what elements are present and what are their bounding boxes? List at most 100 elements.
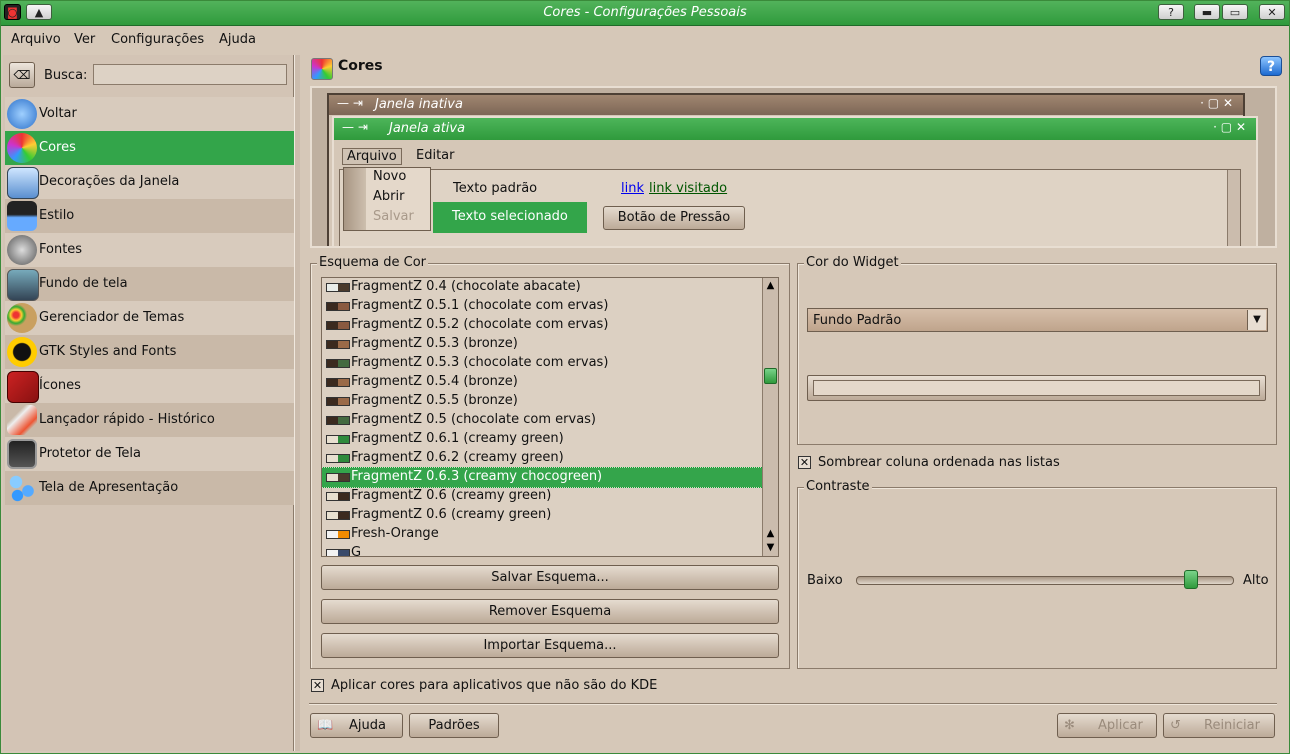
search-input[interactable] (93, 64, 287, 85)
help-button[interactable]: 📖 Ajuda (310, 713, 403, 738)
menu-configuracoes[interactable]: Configurações (111, 32, 204, 47)
scheme-list-item[interactable]: FragmentZ 0.6.1 (creamy green) (322, 430, 763, 449)
book-icon: 📖 (317, 718, 334, 733)
main-panel: Cores ? — ⇥ Janela inativa · ▢ ✕ — ⇥ Jan… (301, 53, 1289, 753)
scheme-swatch-icon (326, 378, 350, 387)
preview-push-label: Botão de Pressão (617, 210, 731, 225)
scroll-up-icon[interactable]: ▲ (764, 527, 777, 540)
color-wheel-icon (7, 133, 37, 163)
search-row: ⌫ Busca: (3, 55, 293, 95)
preview-selected-text: Texto selecionado (433, 202, 587, 233)
help-icon[interactable]: ? (1260, 56, 1282, 76)
clear-search-icon[interactable]: ⌫ (9, 62, 35, 88)
color-preview[interactable]: — ⇥ Janela inativa · ▢ ✕ — ⇥ Janela ativ… (310, 86, 1277, 248)
sidebar-item-voltar[interactable]: Voltar (5, 97, 294, 131)
screensaver-icon (7, 439, 37, 469)
window-decoration-icon (7, 167, 39, 199)
sidebar-item-gerenciador-temas[interactable]: Gerenciador de Temas (5, 301, 294, 335)
title-bar[interactable]: ◙ ▲ Cores - Configurações Pessoais ? ▬ ▭… (1, 1, 1289, 26)
sidebar: ⌫ Busca: Voltar Cores Decorações da Jane… (3, 55, 294, 751)
scheme-list-label: FragmentZ 0.5.3 (chocolate com ervas) (351, 355, 609, 370)
save-scheme-button[interactable]: Salvar Esquema... (321, 565, 779, 590)
reset-button[interactable]: ↺ Reiniciar (1163, 713, 1275, 738)
color-wheel-icon (311, 58, 333, 80)
window-title: Cores - Configurações Pessoais (543, 5, 747, 20)
inactive-title-bar: — ⇥ Janela inativa · ▢ ✕ (329, 95, 1243, 115)
scheme-list-item[interactable]: FragmentZ 0.4 (chocolate abacate) (322, 278, 763, 297)
menu-ajuda[interactable]: Ajuda (219, 32, 256, 47)
palette-icon (7, 303, 37, 333)
reset-icon: ↺ (1170, 718, 1181, 733)
scheme-list-item[interactable]: FragmentZ 0.6.3 (creamy chocogreen) (322, 467, 764, 488)
sidebar-splitter[interactable] (294, 55, 300, 751)
remove-scheme-button[interactable]: Remover Esquema (321, 599, 779, 624)
scheme-list-item[interactable]: FragmentZ 0.6 (creamy green) (322, 506, 763, 525)
scroll-up-icon[interactable]: ▲ (764, 279, 777, 292)
sidebar-item-tela-apresentacao[interactable]: Tela de Apresentação (5, 471, 294, 505)
rocket-icon (7, 405, 37, 435)
apply-non-kde-checkbox[interactable]: ✕ (311, 679, 324, 692)
scheme-list-item[interactable]: FragmentZ 0.5.1 (chocolate com ervas) (322, 297, 763, 316)
sidebar-item-protetor-tela[interactable]: Protetor de Tela (5, 437, 294, 471)
sidebar-item-fontes[interactable]: Fontes (5, 233, 294, 267)
scheme-list-item[interactable]: Fresh-Orange (322, 525, 763, 544)
contrast-high-label: Alto (1243, 573, 1269, 588)
scheme-list-item[interactable]: FragmentZ 0.6 (creamy green) (322, 487, 763, 506)
help-button[interactable]: ? (1158, 4, 1184, 20)
contrast-slider-track[interactable] (856, 576, 1234, 585)
sidebar-item-decoracoes[interactable]: Decorações da Janela (5, 165, 294, 199)
shade-sorted-checkbox-row[interactable]: ✕ Sombrear coluna ordenada nas listas (798, 455, 1098, 471)
contrast-slider-handle[interactable] (1184, 570, 1198, 589)
scheme-list-item[interactable]: FragmentZ 0.5.2 (chocolate com ervas) (322, 316, 763, 335)
scheme-list-item[interactable]: FragmentZ 0.5.4 (bronze) (322, 373, 763, 392)
popup-strip (344, 168, 366, 230)
scroll-thumb[interactable] (764, 368, 777, 384)
shade-sorted-checkbox[interactable]: ✕ (798, 456, 811, 469)
maximize-button[interactable]: ▭ (1222, 4, 1248, 20)
widget-color-dropdown[interactable]: Fundo Padrão ▼ (807, 308, 1268, 332)
scheme-swatch-icon (326, 549, 350, 556)
scheme-list-item[interactable]: FragmentZ 0.5.3 (chocolate com ervas) (322, 354, 763, 373)
scheme-list-item[interactable]: FragmentZ 0.5.5 (bronze) (322, 392, 763, 411)
sidebar-item-fundo-de-tela[interactable]: Fundo de tela (5, 267, 294, 301)
sidebar-item-label: Estilo (39, 208, 75, 223)
preview-push-button: Botão de Pressão (603, 206, 745, 230)
widget-color-group: Cor do Widget Fundo Padrão ▼ (797, 255, 1277, 445)
scheme-list-item[interactable]: FragmentZ 0.6.2 (creamy green) (322, 449, 763, 468)
preview-menu-arquivo: Arquivo (342, 148, 402, 165)
apply-button[interactable]: ✻ Aplicar (1057, 713, 1157, 738)
sidebar-item-label: Fundo de tela (39, 276, 128, 291)
scheme-list-item[interactable]: FragmentZ 0.5 (chocolate com ervas) (322, 411, 763, 430)
sidebar-item-label: Ícones (39, 378, 81, 393)
apply-non-kde-row[interactable]: ✕ Aplicar cores para aplicativos que não… (311, 678, 811, 695)
contrast-title: Contraste (804, 479, 872, 494)
preview-menu-editar: Editar (416, 148, 455, 163)
color-picker-button[interactable] (807, 375, 1266, 401)
scheme-list-item[interactable]: FragmentZ 0.5.3 (bronze) (322, 335, 763, 354)
import-scheme-button[interactable]: Importar Esquema... (321, 633, 779, 658)
back-arrow-icon (7, 99, 37, 129)
scheme-swatch-icon (326, 321, 350, 330)
reset-label: Reiniciar (1204, 718, 1260, 733)
minimize-button[interactable]: ▬ (1194, 4, 1220, 20)
color-swatch (813, 380, 1260, 396)
scheme-scrollbar[interactable]: ▲ ▲ ▼ (762, 278, 778, 556)
sidebar-item-cores[interactable]: Cores (5, 131, 294, 165)
wallpaper-icon (7, 269, 39, 301)
defaults-button[interactable]: Padrões (409, 713, 499, 738)
scheme-list-item[interactable]: G (322, 544, 763, 556)
menu-arquivo[interactable]: Arquivo (11, 32, 61, 47)
scheme-swatch-icon (326, 435, 350, 444)
menu-ver[interactable]: Ver (74, 32, 95, 47)
sidebar-item-lancador[interactable]: Lançador rápido - Histórico (5, 403, 294, 437)
scheme-list[interactable]: G Fresh-Orange FragmentZ 0.6 (creamy green… (321, 277, 779, 557)
inactive-window-title: Janela inativa (375, 97, 463, 112)
sidebar-item-label: Cores (39, 140, 76, 155)
sidebar-item-label: Decorações da Janela (39, 174, 180, 189)
sidebar-item-icones[interactable]: Ícones (5, 369, 294, 403)
window-buttons-icon: · ▢ ✕ (1200, 96, 1233, 110)
sidebar-item-estilo[interactable]: Estilo (5, 199, 294, 233)
scroll-down-icon[interactable]: ▼ (764, 541, 777, 554)
sidebar-item-gtk-styles[interactable]: GTK Styles and Fonts (5, 335, 294, 369)
close-button[interactable]: ✕ (1259, 4, 1285, 20)
